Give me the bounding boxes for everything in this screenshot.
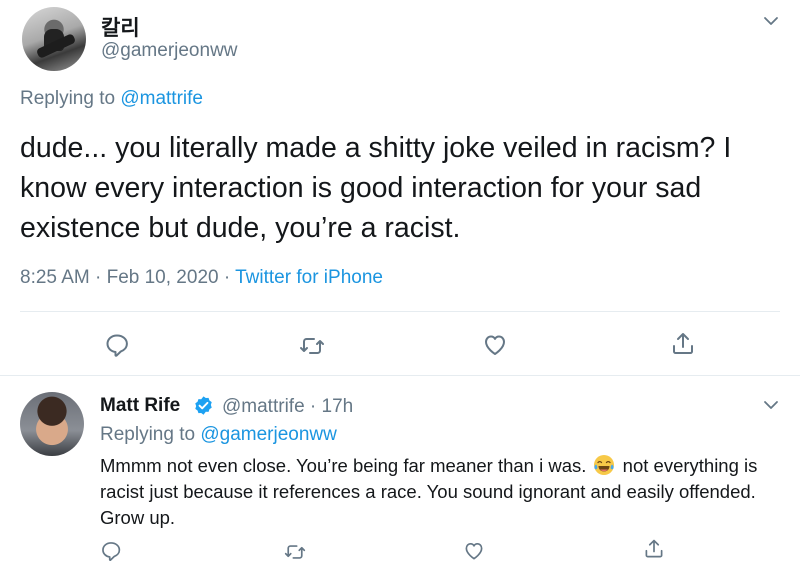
tweet-text-part: Mmmm not even close. You’re being far me… (100, 455, 587, 476)
timestamp[interactable]: 8:25 AM · Feb 10, 2020 · (20, 267, 235, 288)
tweet-text: Mmmm not even close. You’re being far me… (100, 453, 790, 531)
source-link[interactable]: Twitter for iPhone (235, 267, 383, 288)
display-name[interactable]: Matt Rife (100, 395, 180, 417)
tweet-meta: 8:25 AM · Feb 10, 2020 · Twitter for iPh… (20, 267, 383, 289)
replying-prefix: Replying to (100, 424, 196, 445)
share-icon[interactable] (670, 331, 696, 357)
tweet-text: dude... you literally made a shitty joke… (20, 132, 732, 244)
main-tweet: 칼리 @gamerjeonww Replying to @mattrife du… (0, 0, 800, 375)
replying-to-link[interactable]: @mattrife (120, 88, 203, 109)
user-handle[interactable]: @mattrife · 17h (222, 396, 353, 418)
like-icon[interactable] (463, 540, 485, 562)
replying-to: Replying to @mattrife (20, 88, 203, 110)
retweet-icon[interactable] (284, 541, 306, 563)
display-name[interactable]: 칼리 (101, 12, 140, 42)
like-icon[interactable] (482, 332, 508, 358)
chevron-down-icon[interactable] (762, 399, 780, 411)
avatar[interactable] (22, 7, 86, 71)
divider (20, 311, 780, 312)
verified-badge-icon (193, 395, 214, 416)
reply-icon[interactable] (100, 540, 122, 562)
reply-icon[interactable] (104, 332, 130, 358)
replying-prefix: Replying to (20, 88, 116, 109)
retweet-icon[interactable] (299, 333, 325, 359)
avatar[interactable] (20, 392, 84, 456)
replying-to-link[interactable]: @gamerjeonww (200, 424, 337, 445)
divider (0, 375, 800, 376)
joy-emoji-icon (593, 454, 615, 476)
user-handle[interactable]: @gamerjeonww (101, 40, 238, 62)
replying-to: Replying to @gamerjeonww (100, 424, 337, 446)
chevron-down-icon[interactable] (762, 15, 780, 27)
share-icon[interactable] (643, 538, 665, 560)
